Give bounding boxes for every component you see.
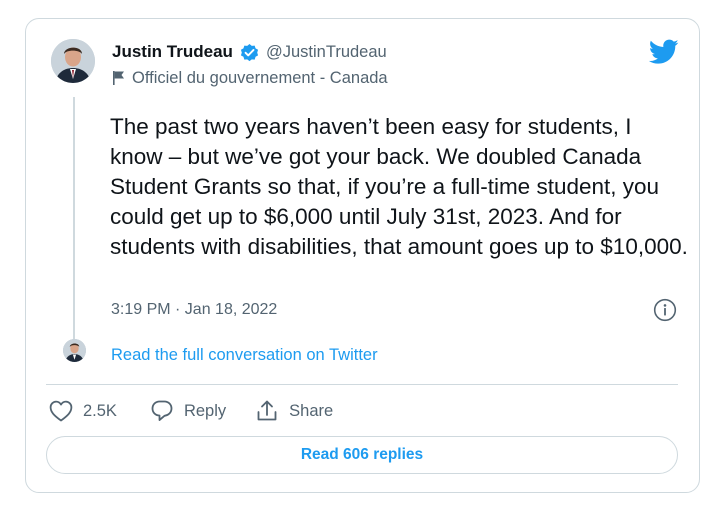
verified-badge-icon (239, 42, 260, 68)
like-button[interactable]: 2.5K (49, 400, 117, 422)
share-button[interactable]: Share (255, 399, 333, 423)
account-label-text: Officiel du gouvernement - Canada (132, 68, 388, 87)
author-handle[interactable]: @JustinTrudeau (266, 43, 387, 62)
action-bar: 2.5K Reply Share (46, 397, 333, 425)
account-label: Officiel du gouvernement - Canada (112, 68, 388, 88)
tweet-card: Justin Trudeau @JustinTrudeau Officiel d… (25, 18, 700, 493)
thread-line (73, 97, 75, 345)
like-count: 2.5K (83, 401, 117, 420)
conversation-avatar[interactable] (63, 339, 86, 362)
speech-bubble-icon (151, 400, 173, 421)
read-conversation-link[interactable]: Read the full conversation on Twitter (111, 346, 378, 365)
read-replies-label: Read 606 replies (300, 446, 424, 463)
author-avatar[interactable] (51, 39, 95, 83)
tweet-timestamp[interactable]: 3:19 PM · Jan 18, 2022 (111, 301, 277, 319)
share-icon (257, 400, 277, 421)
reply-button[interactable]: Reply (150, 399, 226, 423)
read-replies-button[interactable]: Read 606 replies (46, 436, 678, 474)
tweet-text: The past two years haven’t been easy for… (110, 114, 688, 259)
twitter-bird-icon[interactable] (648, 39, 679, 70)
divider (46, 384, 678, 385)
reply-label: Reply (183, 401, 227, 420)
share-label: Share (289, 401, 334, 420)
info-icon[interactable] (653, 298, 677, 327)
author-name[interactable]: Justin Trudeau (112, 42, 233, 62)
flag-icon (113, 71, 124, 85)
heart-icon (49, 400, 73, 422)
